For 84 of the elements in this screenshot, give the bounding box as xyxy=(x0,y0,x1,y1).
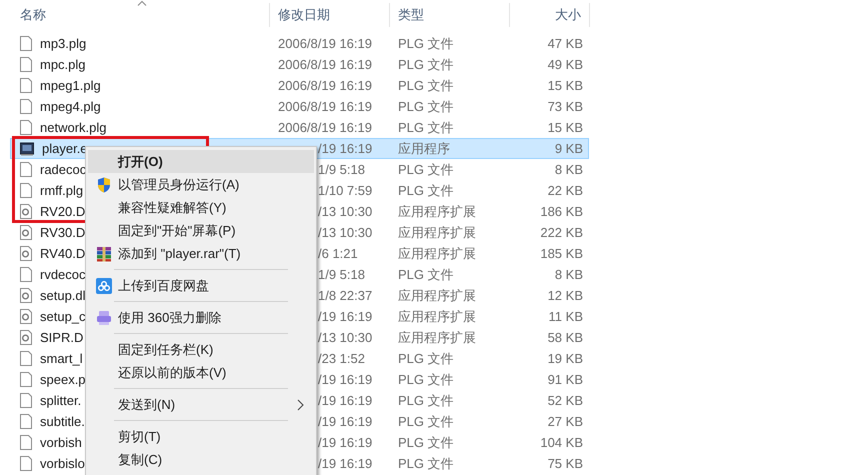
size-cell-text: 52 KB xyxy=(548,392,583,410)
date-cell: /23 1:52 xyxy=(318,350,365,366)
type-cell: 应用程序扩展 xyxy=(398,204,476,219)
size-cell-text: 19 KB xyxy=(548,350,583,368)
date-cell: 1/9 5:18 xyxy=(318,162,365,177)
size-cell-text: 49 KB xyxy=(548,56,583,74)
size-cell-text: 12 KB xyxy=(548,286,583,305)
type-cell: 应用程序扩展 xyxy=(398,246,476,261)
file-name: splitter. xyxy=(40,392,82,410)
date-cell: 2006/8/19 16:19 xyxy=(278,36,372,51)
file-name: mpc.plg xyxy=(40,56,86,74)
size-cell-text: 186 KB xyxy=(540,202,583,221)
type-cell: PLG 文件 xyxy=(398,350,454,366)
size-cell-text: 8 KB xyxy=(554,160,583,179)
file-name: RV30.D xyxy=(40,224,86,242)
file-name: setup_c xyxy=(40,308,86,326)
type-cell: 应用程序扩展 xyxy=(398,224,476,240)
size-cell-text: 9 KB xyxy=(554,140,583,158)
file-name: network.plg xyxy=(40,118,106,137)
size-cell-text: 8 KB xyxy=(554,266,583,284)
date-cell: /19 16:19 xyxy=(318,392,372,408)
size-cell-text: 11 KB xyxy=(548,308,583,326)
size-cell-text: 75 KB xyxy=(548,454,583,473)
type-cell: PLG 文件 xyxy=(398,392,454,408)
date-cell: /19 16:19 xyxy=(318,434,372,450)
type-cell: PLG 文件 xyxy=(398,456,454,471)
file-name: setup.dl xyxy=(40,286,86,305)
size-cell-text: 15 KB xyxy=(548,118,583,137)
file-name: player.e xyxy=(42,140,88,158)
file-name: rmff.plg xyxy=(40,182,84,200)
file-name: rvdecoc xyxy=(40,266,86,284)
date-cell: /13 10:30 xyxy=(318,224,372,240)
type-cell: PLG 文件 xyxy=(398,414,454,429)
type-cell: 应用程序扩展 xyxy=(398,330,476,345)
date-cell: 2006/8/19 16:19 xyxy=(278,98,372,114)
type-cell: 应用程序扩展 xyxy=(398,288,476,303)
type-cell: PLG 文件 xyxy=(398,120,454,135)
date-cell: 2006/8/19 16:19 xyxy=(278,78,372,93)
date-cell: /19 16:19 xyxy=(318,308,372,324)
type-cell: PLG 文件 xyxy=(398,162,454,177)
file-name: speex.p xyxy=(40,370,86,389)
type-cell: PLG 文件 xyxy=(398,434,454,450)
size-cell-text: 91 KB xyxy=(548,370,583,389)
file-name: radecoc xyxy=(40,160,86,179)
file-name: mpeg4.plg xyxy=(40,98,101,116)
size-cell-text: 15 KB xyxy=(548,76,583,95)
date-cell: 1/10 7:59 xyxy=(318,182,372,198)
date-cell: /19 16:19 xyxy=(318,456,372,471)
file-name: SIPR.D xyxy=(40,328,84,347)
file-name: vorbish xyxy=(40,434,82,452)
size-cell-text: 104 KB xyxy=(540,434,583,452)
size-cell-text: 22 KB xyxy=(548,182,583,200)
size-cell-text: 27 KB xyxy=(548,412,583,431)
type-cell: PLG 文件 xyxy=(398,78,454,93)
type-cell: PLG 文件 xyxy=(398,98,454,114)
type-cell: PLG 文件 xyxy=(398,182,454,198)
size-cell-text: 58 KB xyxy=(548,328,583,347)
size-cell-text: 185 KB xyxy=(540,244,583,263)
date-cell: /19 16:19 xyxy=(318,414,372,429)
size-cell-text: 222 KB xyxy=(540,224,583,242)
date-cell: 1/8 22:37 xyxy=(318,288,372,303)
file-name: smart_l xyxy=(40,350,83,368)
date-cell: /6 1:21 xyxy=(318,246,358,261)
file-name: subtitle. xyxy=(40,412,85,431)
date-cell: /13 10:30 xyxy=(318,204,372,219)
type-cell: PLG 文件 xyxy=(398,36,454,51)
date-cell: 2006/8/19 16:19 xyxy=(278,120,372,135)
file-name: RV20.D xyxy=(40,202,86,221)
size-cell-text: 47 KB xyxy=(548,34,583,53)
type-cell: PLG 文件 xyxy=(398,56,454,72)
file-name: mp3.plg xyxy=(40,34,86,53)
type-cell: 应用程序扩展 xyxy=(398,308,476,324)
file-name: RV40.D xyxy=(40,244,86,263)
type-cell: 应用程序 xyxy=(398,140,450,156)
date-cell: /19 16:19 xyxy=(318,372,372,387)
type-cell: PLG 文件 xyxy=(398,372,454,387)
type-cell: PLG 文件 xyxy=(398,266,454,282)
size-cell-text: 73 KB xyxy=(548,98,583,116)
file-name: mpeg1.plg xyxy=(40,76,101,95)
file-name: vorbislo xyxy=(40,454,85,473)
date-cell: 1/9 5:18 xyxy=(318,266,365,282)
date-cell: /19 16:19 xyxy=(318,140,372,156)
date-cell: 2006/8/19 16:19 xyxy=(278,56,372,72)
date-cell: /13 10:30 xyxy=(318,330,372,345)
